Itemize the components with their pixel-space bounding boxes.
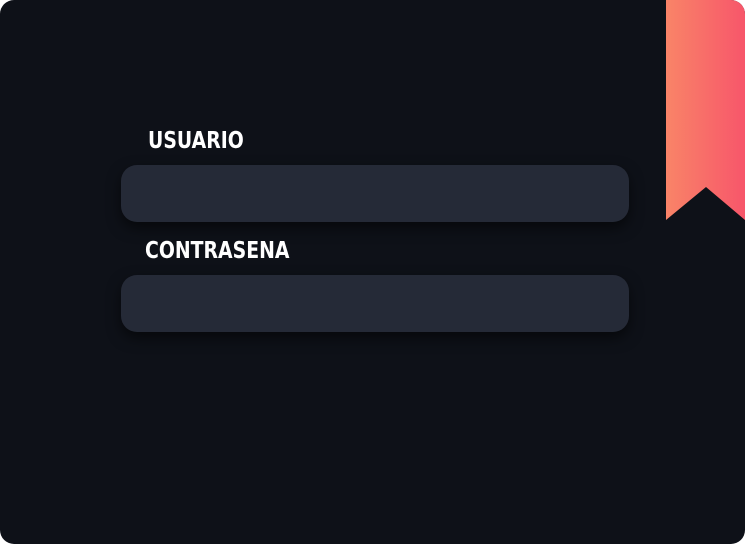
bookmark-ribbon bbox=[666, 0, 745, 220]
bookmark-ribbon-icon bbox=[666, 0, 745, 220]
password-input[interactable] bbox=[121, 275, 629, 332]
username-input[interactable] bbox=[121, 165, 629, 222]
username-label: USUARIO bbox=[148, 128, 244, 154]
login-card: USUARIO CONTRASENA bbox=[0, 0, 745, 544]
password-label: CONTRASENA bbox=[145, 238, 290, 264]
